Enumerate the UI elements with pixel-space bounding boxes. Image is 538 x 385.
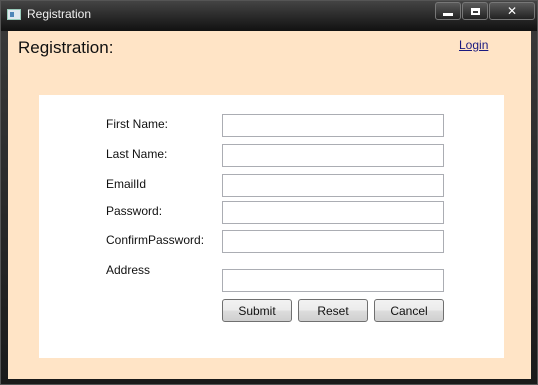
maximize-button[interactable] (462, 2, 488, 20)
minimize-icon (443, 12, 453, 16)
confirm-password-input[interactable] (222, 230, 444, 253)
minimize-button[interactable] (435, 2, 461, 20)
last-name-input[interactable] (222, 144, 444, 167)
reset-button[interactable]: Reset (298, 299, 368, 322)
last-name-label: Last Name: (106, 147, 168, 161)
window-title: Registration (27, 7, 92, 21)
first-name-input[interactable] (222, 114, 444, 137)
first-name-label: First Name: (106, 117, 169, 131)
title-bar[interactable]: Registration ✕ (1, 1, 537, 31)
page-title: Registration: (18, 38, 114, 57)
address-input[interactable] (222, 269, 444, 292)
application-window: Registration ✕ Registration: Login First… (0, 0, 538, 385)
close-icon: ✕ (506, 4, 518, 18)
confirm-password-label: ConfirmPassword: (106, 233, 205, 247)
maximize-icon (470, 7, 480, 15)
submit-button[interactable]: Submit (222, 299, 292, 322)
password-label: Password: (106, 204, 163, 218)
email-label: EmailId (106, 177, 147, 191)
caption-buttons: ✕ (434, 2, 535, 22)
client-area: Registration: Login First Name: Last Nam… (8, 31, 531, 379)
registration-form-panel: First Name: Last Name: EmailId Password:… (39, 95, 504, 358)
email-input[interactable] (222, 174, 444, 197)
address-label: Address (106, 263, 151, 277)
cancel-button[interactable]: Cancel (374, 299, 444, 322)
close-button[interactable]: ✕ (489, 2, 535, 20)
app-icon (7, 9, 21, 20)
password-input[interactable] (222, 201, 444, 224)
login-link[interactable]: Login (459, 38, 488, 52)
